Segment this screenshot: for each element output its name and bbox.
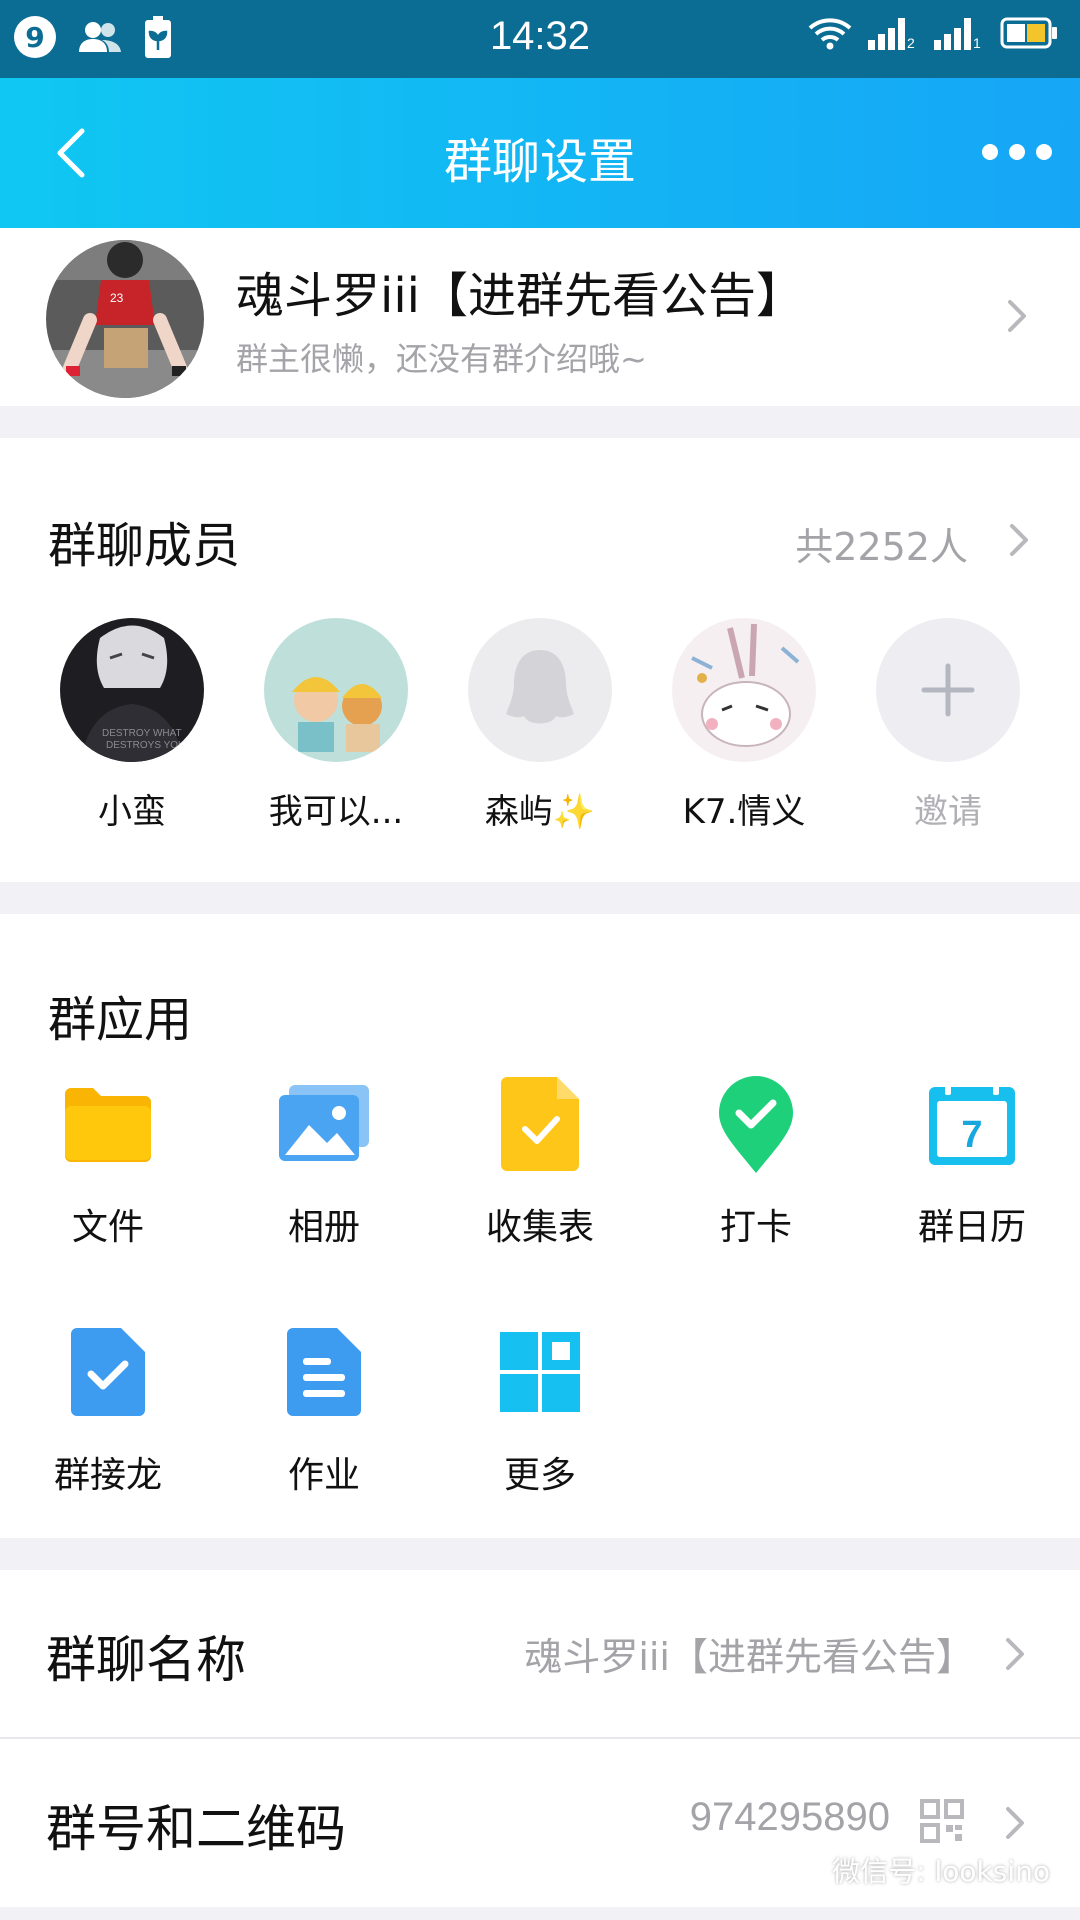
member-list: DESTROY WHAT DESTROYS YOU 小蛮 我可以... 森屿✨ … xyxy=(30,618,1080,833)
app-item-calendar[interactable]: 7 群日历 xyxy=(864,1076,1080,1250)
members-section: 群聊成员 共2252人 DESTROY WHAT DESTROYS YOU 小蛮 xyxy=(0,438,1080,882)
homework-icon xyxy=(276,1324,372,1420)
app-label: 作业 xyxy=(287,1455,360,1496)
member-count[interactable]: 共2252人 xyxy=(795,516,968,571)
members-title: 群聊成员 xyxy=(48,518,241,574)
app-grid-row: 文件 相册 收集表 打卡 7 群日历 xyxy=(0,1076,1080,1250)
svg-text:DESTROYS YOU: DESTROYS YOU xyxy=(106,740,185,751)
app-label: 文件 xyxy=(71,1207,144,1248)
chevron-right-icon xyxy=(1006,1638,1024,1670)
group-number-value: 974295890 xyxy=(689,1795,890,1839)
check-in-icon xyxy=(708,1076,804,1173)
app-label: 相册 xyxy=(287,1207,360,1248)
apps-section: 群应用 文件 相册 收集表 打卡 7 群日历 群接龙 作业 更多 xyxy=(0,914,1080,1538)
app-label: 群日历 xyxy=(917,1207,1026,1248)
member-avatar xyxy=(672,618,816,762)
calendar-day: 7 xyxy=(961,1114,982,1156)
member-avatar xyxy=(468,618,612,762)
battery-icon xyxy=(1000,17,1057,49)
plus-icon xyxy=(876,618,1020,762)
member-name: 森屿✨ xyxy=(484,792,596,832)
chevron-right-icon[interactable] xyxy=(1004,520,1034,560)
group-avatar: 23 xyxy=(46,240,204,398)
folder-icon xyxy=(60,1076,156,1172)
group-name: 魂斗罗iii【进群先看公告】 xyxy=(236,268,805,324)
svg-text:1: 1 xyxy=(973,35,981,50)
app-item-form[interactable]: 收集表 xyxy=(432,1076,648,1250)
watermark-text: 微信号: looksino xyxy=(832,1855,1050,1888)
app-label: 群接龙 xyxy=(53,1455,162,1496)
signal-icon: 1 xyxy=(934,18,981,50)
wifi-icon xyxy=(808,18,852,50)
group-name-label: 群聊名称 xyxy=(46,1631,246,1689)
status-bar: 9 14:32 2 1 xyxy=(0,0,1080,78)
member-avatar: DESTROY WHAT DESTROYS YOU xyxy=(60,618,204,762)
apps-title: 群应用 xyxy=(48,992,193,1048)
group-name-row[interactable]: 群聊名称 魂斗罗iii【进群先看公告】 xyxy=(0,1570,1080,1738)
invite-member-button[interactable]: 邀请 xyxy=(846,618,1050,833)
svg-text:2: 2 xyxy=(907,35,915,50)
qr-code-icon xyxy=(920,1799,964,1843)
member-avatar xyxy=(264,618,408,762)
member-item[interactable]: 我可以... xyxy=(234,618,438,833)
relay-icon xyxy=(60,1324,156,1420)
page-title: 群聊设置 xyxy=(443,134,636,190)
chevron-right-icon xyxy=(1006,1807,1024,1839)
member-name: K7.情义 xyxy=(682,792,806,832)
watermark: 微信号: looksino xyxy=(780,1850,1050,1890)
app-label: 收集表 xyxy=(485,1207,594,1248)
svg-text:DESTROY WHAT: DESTROY WHAT xyxy=(102,728,182,739)
member-item[interactable]: DESTROY WHAT DESTROYS YOU 小蛮 xyxy=(30,618,234,833)
calendar-icon: 7 xyxy=(924,1076,1020,1172)
wechat-icon xyxy=(780,1854,824,1886)
more-dots-icon[interactable] xyxy=(982,130,1052,174)
chevron-right-icon xyxy=(1008,300,1026,332)
nav-bar: 群聊设置 xyxy=(0,78,1080,228)
app-grid-row: 群接龙 作业 更多 xyxy=(0,1324,1080,1498)
signal-icon: 2 xyxy=(868,18,915,50)
app-item-album[interactable]: 相册 xyxy=(216,1076,432,1250)
member-item[interactable]: K7.情义 xyxy=(642,618,846,833)
app-item-more[interactable]: 更多 xyxy=(432,1324,648,1498)
app-item-relay[interactable]: 群接龙 xyxy=(0,1324,216,1498)
group-intro: 群主很懒，还没有群介绍哦~ xyxy=(236,340,647,378)
app-item-homework[interactable]: 作业 xyxy=(216,1324,432,1498)
app-label: 打卡 xyxy=(719,1207,792,1248)
group-profile-card[interactable]: 23 魂斗罗iii【进群先看公告】 群主很懒，还没有群介绍哦~ xyxy=(0,228,1080,406)
photo-album-icon xyxy=(276,1076,372,1172)
app-item-checkin[interactable]: 打卡 xyxy=(648,1076,864,1250)
form-icon xyxy=(492,1076,588,1172)
member-name: 小蛮 xyxy=(98,792,166,832)
member-item[interactable]: 森屿✨ xyxy=(438,618,642,833)
group-number-label: 群号和二维码 xyxy=(46,1800,346,1858)
invite-label: 邀请 xyxy=(914,792,982,832)
app-item-file[interactable]: 文件 xyxy=(0,1076,216,1250)
group-name-value: 魂斗罗iii【进群先看公告】 xyxy=(524,1635,974,1679)
svg-text:23: 23 xyxy=(110,291,124,305)
app-label: 更多 xyxy=(503,1455,576,1496)
more-grid-icon xyxy=(492,1324,588,1420)
member-name: 我可以... xyxy=(268,792,404,832)
